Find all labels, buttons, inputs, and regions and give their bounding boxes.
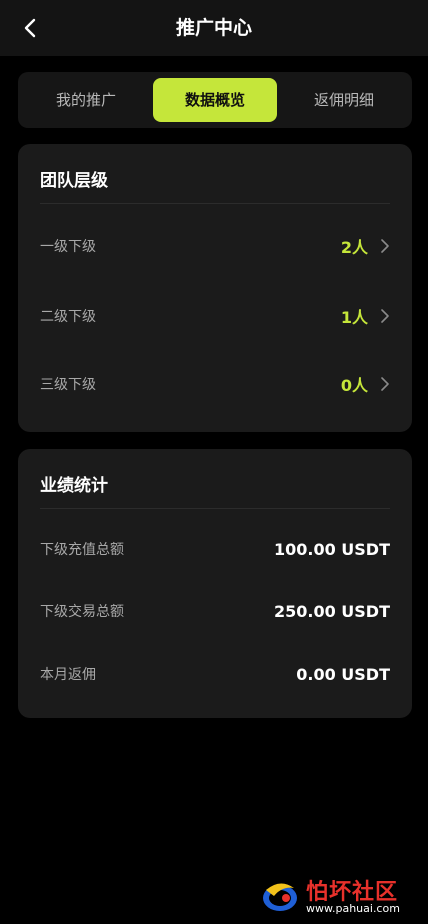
- perf-row-label: 下级充值总额: [40, 542, 124, 558]
- team-row-count: 2人: [340, 238, 368, 257]
- team-row-level-2[interactable]: 二级下级 1人: [40, 301, 390, 331]
- watermark-logo-icon: [263, 883, 297, 911]
- perf-row-label: 本月返佣: [40, 667, 96, 683]
- perf-row-value: 250.00 USDT: [273, 601, 390, 621]
- perf-row-label: 下级交易总额: [40, 604, 124, 620]
- team-row-level-1[interactable]: 一级下级 2人: [40, 231, 390, 261]
- tab-bar: 我的推广 数据概览 返佣明细: [18, 72, 412, 128]
- team-row-count: 0人: [340, 376, 368, 395]
- team-row-label: 三级下级: [40, 377, 96, 393]
- top-bar: 推广中心: [0, 0, 428, 56]
- perf-row-recharge-total: 下级充值总额 100.00 USDT: [40, 534, 390, 564]
- chevron-right-icon: [381, 239, 389, 253]
- team-levels-title: 团队层级: [40, 171, 108, 191]
- team-row-label: 二级下级: [40, 309, 96, 325]
- team-row-label: 一级下级: [40, 239, 96, 255]
- tab-commission-details[interactable]: 返佣明细: [282, 78, 406, 122]
- divider: [40, 203, 390, 204]
- team-levels-card: 团队层级 一级下级 2人 二级下级 1人 三级下级 0人: [18, 144, 412, 432]
- team-row-count: 1人: [340, 308, 368, 327]
- performance-stats-title: 业绩统计: [40, 476, 108, 496]
- promotion-center-page: 推广中心 我的推广 数据概览 返佣明细 团队层级 一级下级 2人 二级下级 1人: [0, 0, 428, 924]
- perf-row-value: 0.00 USDT: [296, 664, 390, 684]
- perf-row-value: 100.00 USDT: [273, 539, 390, 559]
- divider: [40, 508, 390, 509]
- page-title: 推广中心: [175, 17, 252, 39]
- perf-row-monthly-commission: 本月返佣 0.00 USDT: [40, 659, 390, 689]
- perf-row-trade-total: 下级交易总额 250.00 USDT: [40, 596, 390, 626]
- watermark-url: www.pahuai.com: [306, 902, 400, 915]
- team-row-level-3[interactable]: 三级下级 0人: [40, 369, 390, 399]
- tab-my-promotion[interactable]: 我的推广: [24, 78, 148, 122]
- performance-stats-card: 业绩统计 下级充值总额 100.00 USDT 下级交易总额 250.00 US…: [18, 449, 412, 718]
- chevron-right-icon: [381, 377, 389, 391]
- tab-data-overview[interactable]: 数据概览: [153, 78, 277, 122]
- watermark: 怕坏社区 www.pahuai.com: [258, 872, 424, 920]
- chevron-right-icon: [381, 309, 389, 323]
